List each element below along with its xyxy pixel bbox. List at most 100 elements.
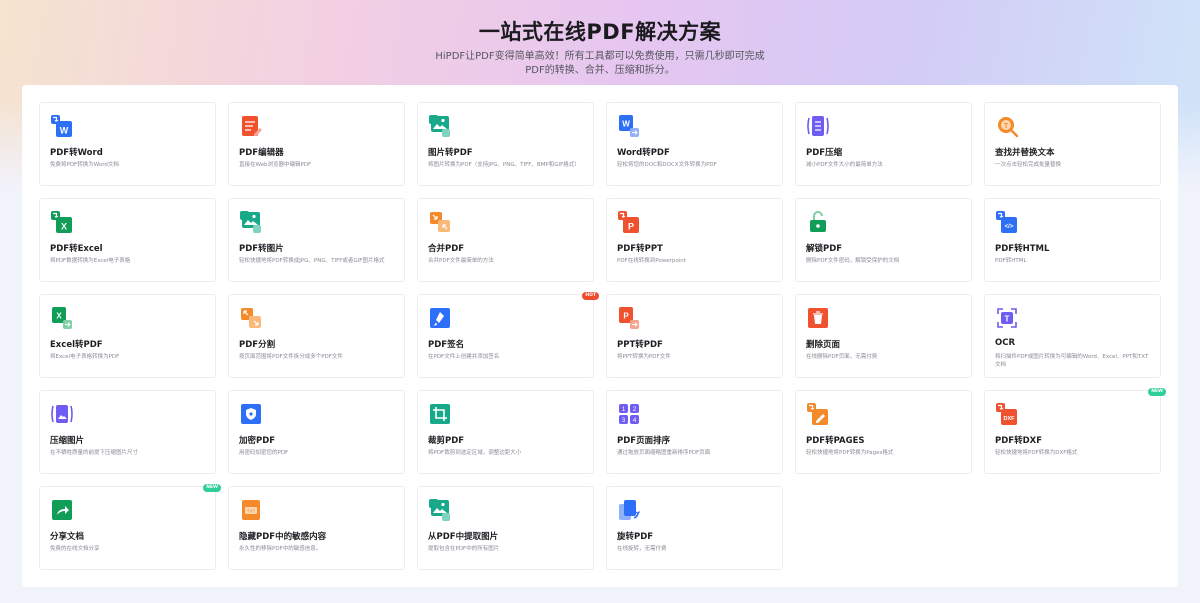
svg-text:TXT: TXT — [247, 509, 256, 514]
tool-card-pdf-to-ppt[interactable]: P PDF转PPT PDF在线转换到Powerpoint — [606, 198, 783, 282]
tool-card-pdf-to-excel[interactable]: X PDF转Excel 将PDF数据转换为Excel电子表格 — [39, 198, 216, 282]
pdf-to-word-icon: W — [50, 114, 74, 138]
tool-description: 在PDF文件上创建并添加签名 — [428, 354, 500, 360]
extract-images-icon — [428, 498, 452, 522]
subtitle-line-2: PDF的转换、合并、压缩和拆分。 — [525, 65, 675, 76]
tool-name: OCR — [995, 338, 1016, 348]
tool-card-protect-pdf[interactable]: 加密PDF 用密码加密您的PDF — [228, 390, 405, 474]
tool-name: PDF编辑器 — [239, 148, 284, 158]
tool-description: 免费将PDF转换为Word文档 — [50, 162, 119, 168]
delete-pages-icon — [806, 306, 830, 330]
tool-description: 将PDF数据转换为Excel电子表格 — [50, 258, 131, 264]
tool-name: 查找并替换文本 — [995, 148, 1055, 158]
tool-description: 轻松快捷地将PDF转换为DXF格式 — [995, 450, 1078, 456]
hot-badge: HOT — [582, 292, 599, 300]
excel-to-pdf-icon: X — [50, 306, 74, 330]
tool-name: PDF转HTML — [995, 244, 1050, 254]
tool-name: PDF页面排序 — [617, 436, 671, 446]
pdf-editor-icon — [239, 114, 263, 138]
tool-name: PDF转Excel — [50, 244, 103, 254]
tool-description: 在线旋转，无需付费 — [617, 546, 667, 552]
tool-card-pdf-editor[interactable]: PDF编辑器 直接在Web浏览器中编辑PDF — [228, 102, 405, 186]
crop-pdf-icon — [428, 402, 452, 426]
tool-name: PDF转DXF — [995, 436, 1043, 446]
tool-card-compress-pdf[interactable]: PDF压缩 减小PDF文件大小的最简单方法 — [795, 102, 972, 186]
tool-description: PDF在线转换到Powerpoint — [617, 258, 686, 264]
tool-card-reorder-pages[interactable]: 1 2 3 4 PDF页面排序通过拖放页面缩略图重新排序PDF页面 — [606, 390, 783, 474]
tool-name: Word转PDF — [617, 148, 670, 158]
tool-description: 轻松快捷地将PDF转换成JPG、PNG、TIFF或者GIF图片格式 — [239, 258, 385, 264]
tool-description: PDF转HTML — [995, 258, 1027, 264]
pdf-to-dxf-icon: DXF — [995, 402, 1019, 426]
tool-name: 加密PDF — [239, 436, 276, 446]
tool-description: 用密码加密您的PDF — [239, 450, 289, 456]
tool-card-sign-pdf[interactable]: PDF签名 在PDF文件上创建并添加签名 HOT — [417, 292, 599, 378]
tool-name: PDF压缩 — [806, 148, 843, 158]
svg-text:W: W — [622, 120, 630, 129]
tools-grid: W PDF转Word 免费将PDF转换为Word文档 PDF编辑器 直接在Web浏览器中… — [22, 85, 1178, 587]
tool-card-split-pdf[interactable]: PDF分割按页面范围将PDF文件拆分成多个PDF文件 — [228, 294, 405, 378]
tool-name: PDF转PPT — [617, 244, 663, 254]
tool-description: 轻松快捷地将PDF转换为Pages格式 — [806, 450, 894, 456]
subtitle-line-1: HiPDF让PDF变得简单高效！所有工具都可以免费使用，只需几秒即可完成 — [435, 51, 765, 62]
tool-description: 按页面范围将PDF文件拆分成多个PDF文件 — [239, 354, 343, 360]
word-to-pdf-icon: W — [617, 114, 641, 138]
tool-card-unlock-pdf[interactable]: 解锁PDF 删除PDF文件密码，解锁受保护的文档 — [795, 198, 972, 282]
tool-card-merge-pdf[interactable]: 合并PDF 合并PDF文件最简单的方法 — [417, 198, 594, 282]
tool-name: PDF分割 — [239, 340, 276, 350]
tool-name: 隐藏PDF中的敏感内容 — [239, 532, 327, 542]
find-replace-icon: T — [995, 114, 1019, 138]
tool-description: 将图片转换为PDF（支持JPG、PNG、TIFF、BMP和GIF格式） — [428, 162, 580, 168]
tool-description: 合并PDF文件最简单的方法 — [428, 258, 494, 264]
rotate-pdf-icon — [617, 498, 641, 522]
tool-name: 合并PDF — [428, 244, 465, 254]
tool-description: 在不牺牲质量的前提下压缩图片尺寸 — [50, 450, 139, 456]
svg-text:P: P — [623, 312, 629, 321]
tool-name: 旋转PDF — [617, 532, 654, 542]
page-title: 一站式在线PDF解决方案 — [478, 20, 722, 44]
tool-card-ocr[interactable]: T OCR 将扫描件PDF或图片转换为可编辑的Word、Excel、PPT和TXT文… — [984, 294, 1161, 378]
sign-pdf-icon — [428, 306, 452, 330]
reorder-pages-icon: 1234 — [617, 402, 641, 426]
tool-card-excel-to-pdf[interactable]: X Excel转PDF 将Excel电子表格转换为PDF — [39, 294, 216, 378]
tool-name: PPT转PDF — [617, 340, 663, 350]
tool-card-pdf-to-html[interactable]: </> PDF转HTML PDF转HTML — [984, 198, 1161, 282]
tool-card-pdf-to-word[interactable]: W PDF转Word 免费将PDF转换为Word文档 — [39, 102, 216, 186]
tool-card-share-document[interactable]: 分享文档 免费的在线文档分享 NEW — [39, 484, 221, 570]
tool-description: 将PPT转换为PDF文件 — [617, 354, 671, 360]
tool-card-word-to-pdf[interactable]: W Word转PDF 轻松将您的DOC和DOCX文件转换为PDF — [606, 102, 783, 186]
tool-card-redact-pdf[interactable]: TXT 隐藏PDF中的敏感内容 永久性的移除PDF中的敏感信息。 — [228, 486, 405, 570]
tool-card-image-to-pdf[interactable]: 图片转PDF 将图片转换为PDF（支持JPG、PNG、TIFF、BMP和GIF格式… — [417, 102, 594, 186]
tool-name: PDF转Word — [50, 148, 103, 158]
tool-description: 将Excel电子表格转换为PDF — [50, 354, 120, 360]
tool-name: 压缩图片 — [50, 436, 85, 446]
svg-text:DXF: DXF — [1004, 416, 1016, 422]
tool-description: 通过拖放页面缩略图重新排序PDF页面 — [617, 450, 711, 456]
tool-name: 删除页面 — [806, 340, 841, 350]
svg-text:P: P — [628, 222, 634, 232]
pdf-to-image-icon — [239, 210, 263, 234]
tool-description: 在线删除PDF页面，无需付费 — [806, 354, 878, 360]
tool-card-pdf-to-pages[interactable]: PDF转PAGES 轻松快捷地将PDF转换为Pages格式 — [795, 390, 972, 474]
tool-name: Excel转PDF — [50, 340, 103, 350]
tool-card-find-replace[interactable]: T 查找并替换文本 一次点击轻松完成批量替换 — [984, 102, 1161, 186]
tool-card-ppt-to-pdf[interactable]: P PPT转PDF 将PPT转换为PDF文件 — [606, 294, 783, 378]
tool-card-extract-images[interactable]: 从PDF中提取图片 提取包含在PDF中的所有图片 — [417, 486, 594, 570]
tool-description: 轻松将您的DOC和DOCX文件转换为PDF — [617, 162, 717, 168]
tool-card-rotate-pdf[interactable]: 旋转PDF 在线旋转，无需付费 — [606, 486, 783, 570]
tool-card-delete-pages[interactable]: 删除页面在线删除PDF页面，无需付费 — [795, 294, 972, 378]
svg-text:T: T — [1005, 315, 1010, 324]
tool-card-pdf-to-image[interactable]: PDF转图片 轻松快捷地将PDF转换成JPG、PNG、TIFF或者GIF图片格式 — [228, 198, 405, 282]
tool-card-compress-image[interactable]: 压缩图片在不牺牲质量的前提下压缩图片尺寸 — [39, 390, 216, 474]
tool-name: 从PDF中提取图片 — [428, 532, 499, 542]
svg-text:</>: </> — [1005, 224, 1014, 230]
svg-text:T: T — [1004, 123, 1009, 130]
tool-card-pdf-to-dxf[interactable]: DXF PDF转DXF 轻松快捷地将PDF转换为DXF格式 NEW — [984, 388, 1166, 474]
svg-text:X: X — [56, 312, 62, 321]
tool-card-crop-pdf[interactable]: 裁剪PDF 将PDF裁剪到选定区域，调整边距大小 — [417, 390, 594, 474]
tool-name: PDF转PAGES — [806, 436, 865, 446]
new-badge: NEW — [203, 484, 221, 492]
pdf-to-ppt-icon: P — [617, 210, 641, 234]
share-document-icon — [50, 498, 74, 522]
page-subtitle: HiPDF让PDF变得简单高效！所有工具都可以免费使用，只需几秒即可完成 PDF… — [0, 50, 1200, 78]
